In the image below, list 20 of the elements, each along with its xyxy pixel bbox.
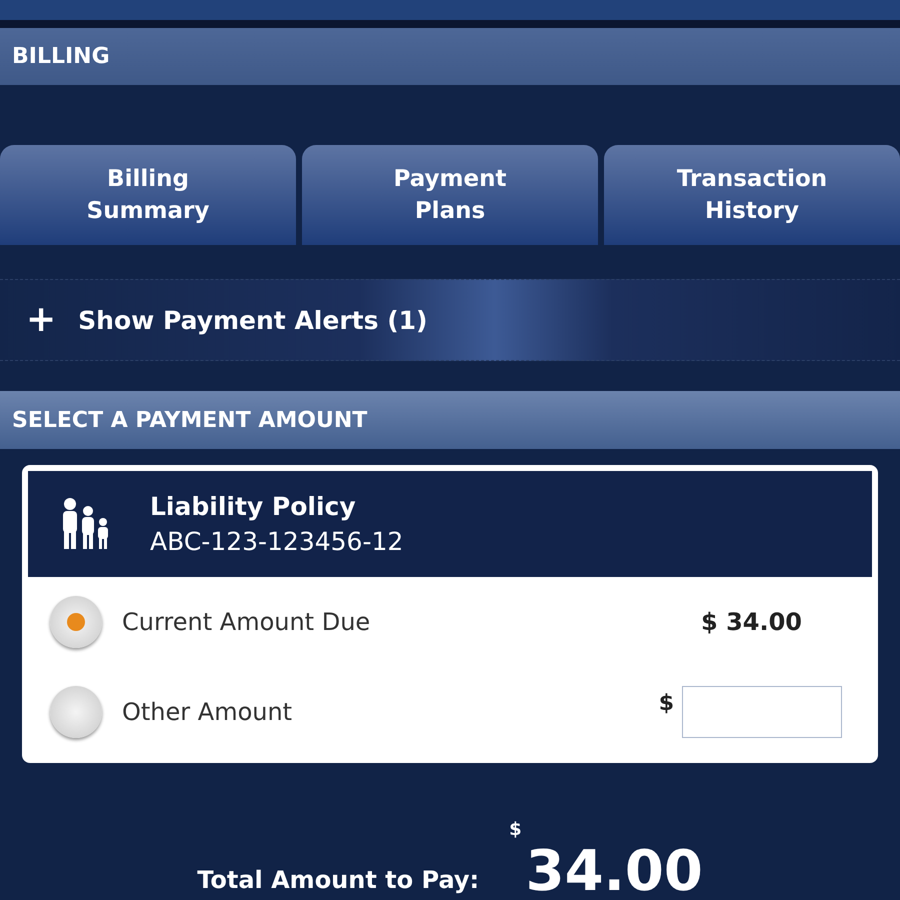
tab[interactable]: Payment Plans [302, 145, 598, 245]
policy-name: Liability Policy [150, 492, 357, 521]
radio-button[interactable] [50, 596, 102, 648]
policy-number: ABC-123-123456-12 [150, 527, 404, 556]
option-label: Current Amount Due [122, 608, 372, 636]
radio-button[interactable] [50, 686, 102, 738]
payment-alerts-toggle[interactable]: + Show Payment Alerts (1) [0, 279, 900, 361]
section-title: SELECT A PAYMENT AMOUNT [12, 408, 368, 432]
tab[interactable]: Transaction History [604, 145, 900, 245]
total-label: Total Amount to Pay: [197, 866, 480, 894]
amount-due: $ 34.00 [701, 608, 802, 636]
plus-icon: + [26, 302, 56, 338]
alerts-label: Show Payment Alerts (1) [78, 306, 428, 334]
currency-symbol: $ [658, 691, 674, 716]
option-label: Other Amount [122, 698, 294, 726]
currency-symbol: $ [509, 819, 522, 840]
page-title: BILLING [12, 44, 110, 69]
total-amount: 34.00 [526, 844, 703, 900]
tab[interactable]: Billing Summary [0, 145, 296, 245]
amount-input-field[interactable] [682, 686, 842, 738]
